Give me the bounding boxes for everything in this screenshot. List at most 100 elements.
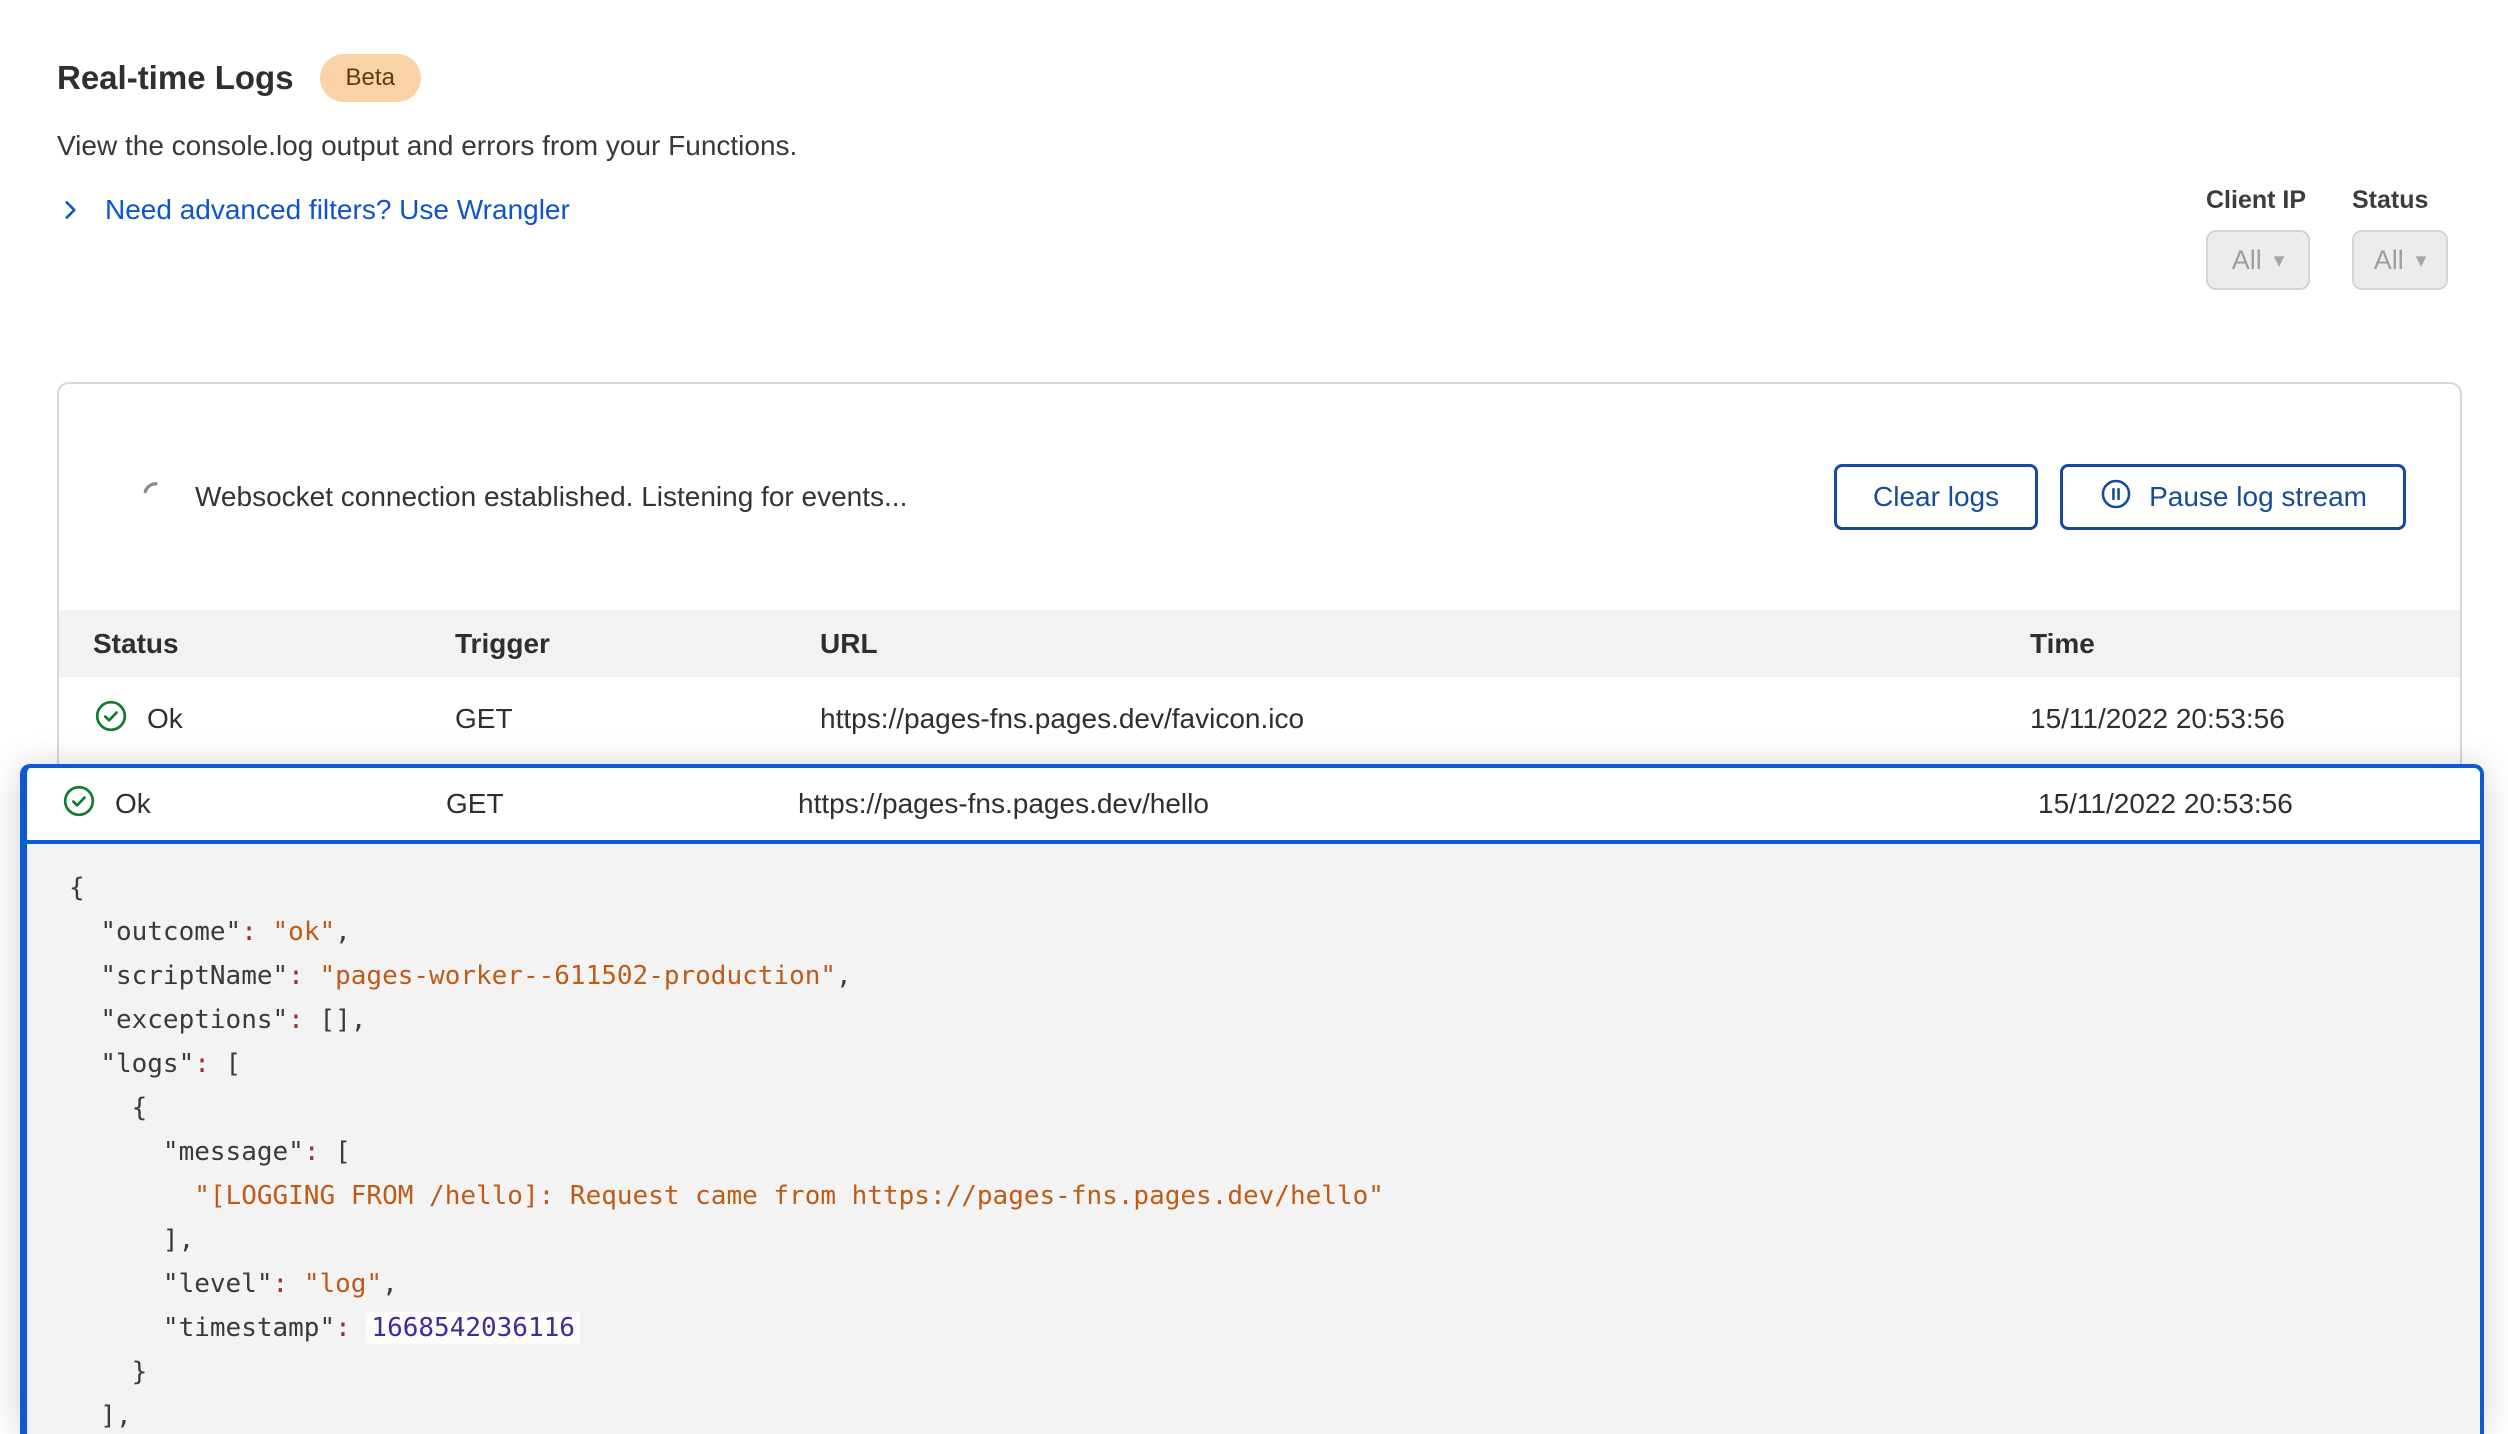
expanded-row-header[interactable]: Ok GET https://pages-fns.pages.dev/hello…	[27, 768, 2480, 844]
json-token: [	[319, 1137, 350, 1167]
clear-logs-label: Clear logs	[1873, 481, 1999, 513]
json-token: {	[69, 873, 85, 903]
column-header-status: Status	[93, 628, 455, 660]
wrangler-link-label: Need advanced filters? Use Wrangler	[105, 194, 570, 226]
json-line: "logs": [	[69, 1042, 2460, 1086]
client-ip-dropdown[interactable]: All ▾	[2206, 230, 2310, 290]
client-ip-label: Client IP	[2206, 186, 2306, 215]
json-line: "message": [	[69, 1130, 2460, 1174]
pause-log-stream-button[interactable]: Pause log stream	[2060, 464, 2406, 530]
json-line: "timestamp": 1668542036116	[69, 1306, 2460, 1350]
json-token: :	[304, 1137, 320, 1167]
page-header: Real-time Logs Beta	[57, 54, 421, 102]
json-token	[69, 1049, 100, 1079]
json-token: "message"	[163, 1137, 304, 1167]
client-ip-filter: Client IP All ▾	[2206, 186, 2310, 290]
logs-toolbar: Websocket connection established. Listen…	[59, 384, 2460, 610]
pause-icon	[2099, 477, 2133, 518]
json-token: ,	[382, 1269, 398, 1299]
status-filter-label: Status	[2352, 186, 2428, 215]
wrangler-link[interactable]: Need advanced filters? Use Wrangler	[57, 194, 570, 226]
status-filter: Status All ▾	[2352, 186, 2448, 290]
status-value: Ok	[147, 703, 183, 735]
json-token	[304, 961, 320, 991]
json-line: "[LOGGING FROM /hello]: Request came fro…	[69, 1174, 2460, 1218]
json-line: "exceptions": [],	[69, 998, 2460, 1042]
status-value: Ok	[115, 788, 151, 820]
trigger-value: GET	[446, 788, 798, 820]
json-token: "logs"	[100, 1049, 194, 1079]
json-token: "outcome"	[100, 917, 241, 947]
json-token: [	[210, 1049, 241, 1079]
json-line: ],	[69, 1218, 2460, 1262]
json-token	[69, 917, 100, 947]
json-line: "outcome": "ok",	[69, 910, 2460, 954]
realtime-logs-page: Real-time Logs Beta View the console.log…	[0, 0, 2508, 1434]
json-token: :	[288, 1005, 304, 1035]
json-token	[69, 1137, 163, 1167]
json-token: [],	[304, 1005, 367, 1035]
json-token: "scriptName"	[100, 961, 288, 991]
json-token: :	[335, 1313, 351, 1343]
json-token	[69, 1313, 163, 1343]
clear-logs-button[interactable]: Clear logs	[1834, 464, 2038, 530]
json-token	[351, 1313, 367, 1343]
chevron-down-icon: ▾	[2274, 250, 2285, 271]
table-row[interactable]: Ok GET https://pages-fns.pages.dev/favic…	[59, 677, 2460, 761]
spinner-icon	[141, 480, 171, 515]
json-token	[69, 1005, 100, 1035]
status-cell: Ok	[61, 783, 446, 826]
json-token: {	[69, 1093, 147, 1123]
pause-log-stream-label: Pause log stream	[2149, 481, 2367, 513]
expanded-log-entry: Ok GET https://pages-fns.pages.dev/hello…	[20, 764, 2484, 1434]
json-line: "level": "log",	[69, 1262, 2460, 1306]
json-token: "[LOGGING FROM /hello]: Request came fro…	[194, 1181, 1384, 1211]
json-token: "ok"	[273, 917, 336, 947]
status-dropdown[interactable]: All ▾	[2352, 230, 2448, 290]
json-token: }	[69, 1357, 147, 1387]
json-token	[288, 1269, 304, 1299]
chevron-down-icon: ▾	[2416, 250, 2427, 271]
column-header-trigger: Trigger	[455, 628, 820, 660]
json-token: :	[194, 1049, 210, 1079]
json-token: ],	[69, 1225, 194, 1255]
json-line: }	[69, 1350, 2460, 1394]
json-line: {	[69, 866, 2460, 910]
time-value: 15/11/2022 20:53:56	[2038, 788, 2480, 820]
json-line: "scriptName": "pages-worker--611502-prod…	[69, 954, 2460, 998]
page-title: Real-time Logs	[57, 59, 294, 97]
json-token: :	[241, 917, 257, 947]
json-token: :	[273, 1269, 289, 1299]
json-line: {	[69, 1086, 2460, 1130]
time-value: 15/11/2022 20:53:56	[2030, 703, 2460, 735]
check-circle-icon	[93, 698, 129, 741]
json-token: ],	[69, 1401, 132, 1431]
websocket-status-message: Websocket connection established. Listen…	[195, 481, 907, 513]
url-value: https://pages-fns.pages.dev/favicon.ico	[820, 703, 2030, 735]
json-token: :	[288, 961, 304, 991]
json-token: "timestamp"	[163, 1313, 335, 1343]
json-line: ],	[69, 1394, 2460, 1434]
json-token: "pages-worker--611502-production"	[319, 961, 836, 991]
page-subtitle: View the console.log output and errors f…	[57, 130, 797, 162]
client-ip-value: All	[2232, 245, 2262, 276]
json-token: "level"	[163, 1269, 273, 1299]
json-token: ,	[335, 917, 351, 947]
json-token	[69, 1181, 194, 1211]
chevron-right-icon	[57, 197, 83, 223]
table-header-row: Status Trigger URL Time	[59, 610, 2460, 677]
url-value: https://pages-fns.pages.dev/hello	[798, 788, 2038, 820]
json-token: "exceptions"	[100, 1005, 288, 1035]
json-token	[257, 917, 273, 947]
json-token: 1668542036116	[366, 1312, 580, 1344]
json-token	[69, 961, 100, 991]
json-token: "log"	[304, 1269, 382, 1299]
check-circle-icon	[61, 783, 97, 826]
json-token	[69, 1269, 163, 1299]
json-token: ,	[836, 961, 852, 991]
status-cell: Ok	[93, 698, 455, 741]
trigger-value: GET	[455, 703, 820, 735]
column-header-time: Time	[2030, 628, 2460, 660]
beta-badge: Beta	[320, 54, 421, 102]
filter-bar: Client IP All ▾ Status All ▾	[2206, 186, 2448, 290]
